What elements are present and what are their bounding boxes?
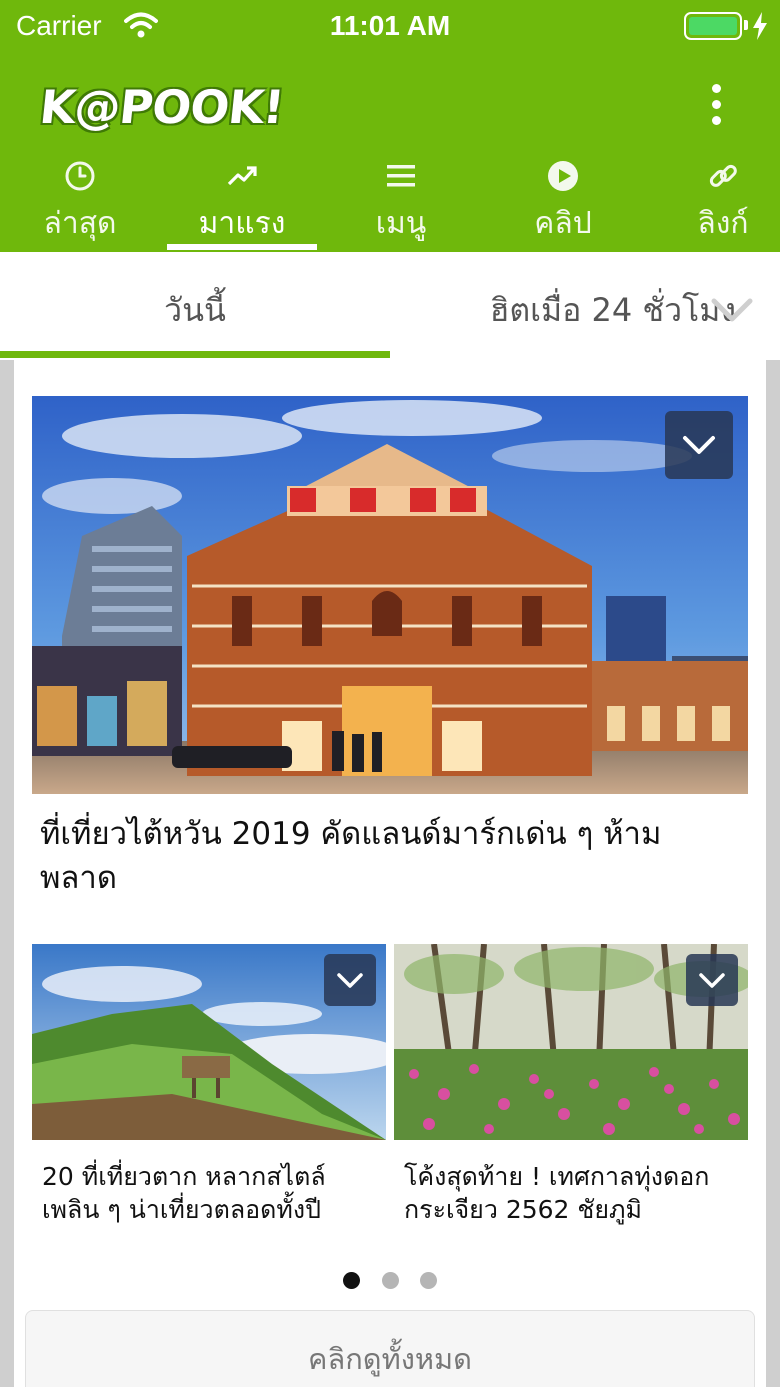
play-icon — [548, 161, 578, 191]
tab-clips[interactable]: คลิป — [483, 152, 643, 252]
hero-article-title[interactable]: ที่เที่ยวไต้หวัน 2019 คัดแลนด์มาร์กเด่น … — [40, 812, 720, 900]
carousel-pager — [14, 1272, 766, 1293]
battery-icon — [684, 12, 742, 40]
tab-clips-label: คลิป — [534, 206, 592, 241]
article-card-title[interactable]: โค้งสุดท้าย ! เทศกาลทุ่งดอกกระเจียว 2562… — [404, 1160, 744, 1226]
active-tab-indicator — [167, 244, 317, 250]
subtab-hot-24h[interactable]: ฮิตเมื่อ 24 ชั่วโมง — [440, 252, 740, 360]
battery-cap — [744, 20, 748, 30]
card-options-button[interactable] — [686, 954, 738, 1006]
hero-article-image[interactable] — [32, 396, 748, 794]
featured-content: ที่เที่ยวไต้หวัน 2019 คัดแลนด์มาร์กเด่น … — [14, 360, 766, 1387]
article-card-title[interactable]: 20 ที่เที่ยวตาก หลากสไตล์ เพลิน ๆ น่าเที… — [42, 1160, 382, 1226]
subtab-active-indicator — [0, 351, 390, 358]
subtab-today[interactable]: วันนี้ — [0, 252, 390, 360]
link-icon — [709, 164, 737, 187]
card-options-button[interactable] — [324, 954, 376, 1006]
pager-dot-2[interactable] — [381, 1272, 399, 1289]
tab-trending[interactable]: มาแรง — [162, 152, 322, 252]
tab-links[interactable]: ลิงก์ — [643, 152, 780, 252]
more-options-icon[interactable] — [700, 84, 732, 134]
tab-menu[interactable]: เมนู — [321, 152, 481, 252]
charging-bolt-icon — [753, 12, 767, 40]
chevron-down-icon[interactable] — [710, 296, 754, 324]
tab-links-label: ลิงก์ — [697, 206, 749, 241]
clock-icon — [65, 161, 95, 191]
tab-menu-label: เมนู — [375, 206, 427, 241]
status-bar: Carrier 11:01 AM — [0, 0, 780, 54]
status-time: 11:01 AM — [329, 10, 451, 41]
hero-photo — [32, 396, 748, 794]
see-all-button[interactable]: คลิกดูทั้งหมด — [25, 1310, 755, 1387]
article-card-image[interactable] — [32, 944, 386, 1140]
hero-options-button[interactable] — [665, 411, 733, 479]
tab-trending-label: มาแรง — [198, 206, 286, 241]
app-header: Carrier 11:01 AM K@POOK! ล่าสุด มาแรง เม… — [0, 0, 780, 252]
trending-icon — [227, 166, 257, 186]
tab-latest-label: ล่าสุด — [43, 206, 117, 241]
sub-tab-bar: วันนี้ ฮิตเมื่อ 24 ชั่วโมง — [0, 252, 780, 360]
pager-dot-1[interactable] — [343, 1272, 361, 1289]
hamburger-icon — [387, 165, 415, 187]
tab-latest[interactable]: ล่าสุด — [0, 152, 160, 252]
kapook-logo[interactable]: K@POOK! — [37, 76, 306, 138]
chevron-down-icon — [337, 973, 363, 988]
article-card-image[interactable] — [394, 944, 748, 1140]
logo-text: K@POOK! — [37, 80, 287, 134]
chevron-down-icon — [683, 436, 715, 454]
pager-dot-3[interactable] — [419, 1272, 437, 1289]
chevron-down-icon — [699, 973, 725, 988]
main-tab-bar: ล่าสุด มาแรง เมนู คลิป ลิงก์ — [0, 152, 780, 252]
